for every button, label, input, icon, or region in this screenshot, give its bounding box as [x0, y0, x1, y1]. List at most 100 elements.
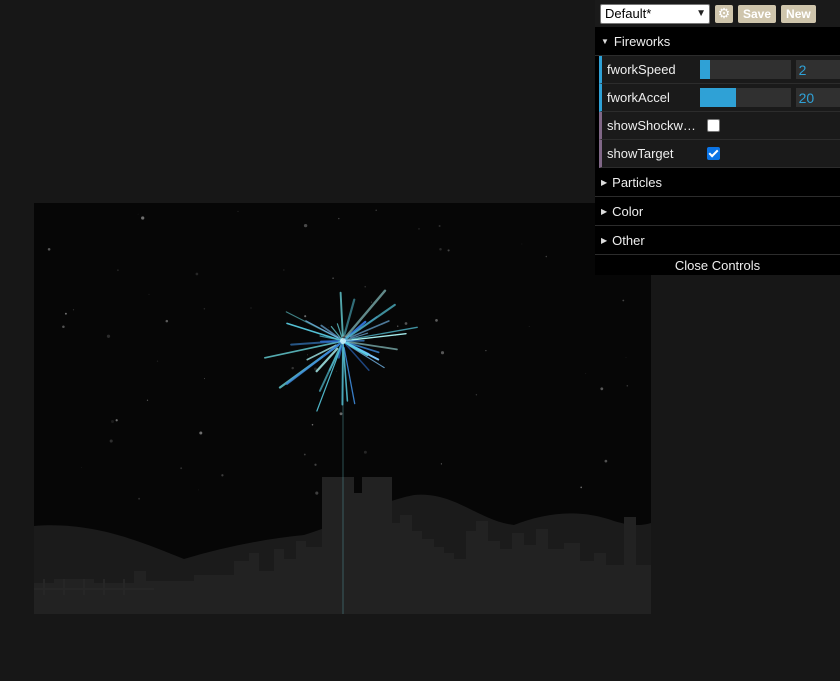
triangle-right-icon: ▶ — [601, 177, 608, 187]
star — [291, 366, 294, 370]
folder-title: Other — [612, 232, 645, 248]
folder-title: Color — [612, 203, 644, 219]
row-showtarget: showTarget — [599, 140, 840, 168]
star — [203, 308, 206, 310]
star — [307, 354, 308, 356]
star — [375, 209, 377, 211]
star — [250, 307, 252, 309]
star — [332, 277, 334, 280]
scene-svg — [34, 209, 651, 614]
star — [304, 315, 307, 318]
star — [303, 223, 308, 228]
star — [111, 420, 114, 423]
burst-core — [340, 338, 346, 344]
star — [418, 228, 420, 230]
star — [604, 459, 608, 463]
star — [138, 497, 141, 500]
folder-color[interactable]: ▶ Color — [595, 197, 840, 226]
star — [237, 210, 239, 212]
star — [440, 351, 445, 355]
spark — [339, 291, 344, 337]
triangle-down-icon: ▼ — [601, 36, 609, 46]
star — [363, 450, 367, 454]
star — [62, 325, 65, 328]
star — [221, 474, 224, 477]
controls-panel: Default* ▼ ⚙ Save New ▼ Fireworks fworkS… — [595, 0, 840, 275]
gear-icon[interactable]: ⚙ — [715, 4, 733, 23]
star — [315, 491, 319, 495]
star — [521, 243, 523, 245]
star — [81, 466, 83, 468]
folder-particles[interactable]: ▶ Particles — [595, 168, 840, 197]
row-fworkspeed: fworkSpeed 2 — [599, 56, 840, 84]
row-showshockwave: showShockwa... — [599, 112, 840, 140]
star — [336, 370, 338, 372]
star — [72, 309, 75, 311]
folder-title: Fireworks — [613, 33, 671, 49]
star — [106, 334, 111, 338]
star — [146, 399, 149, 401]
star — [404, 322, 408, 325]
star — [439, 247, 442, 251]
row-label: showShockwa... — [607, 118, 696, 133]
star — [622, 299, 625, 302]
row-label: fworkAccel — [607, 90, 670, 105]
slider-fill — [699, 60, 710, 79]
spark — [341, 342, 344, 406]
star — [438, 225, 441, 227]
showshockwave-checkbox[interactable] — [707, 119, 720, 132]
star — [545, 255, 548, 258]
star — [485, 349, 487, 352]
firework-burst — [264, 289, 418, 412]
star — [198, 489, 199, 491]
save-button[interactable]: Save — [738, 4, 777, 23]
star — [440, 463, 443, 465]
star — [626, 385, 629, 387]
star — [204, 378, 205, 380]
new-button[interactable]: New — [781, 4, 816, 23]
star — [199, 431, 203, 435]
star — [338, 217, 340, 220]
star — [397, 325, 399, 327]
fireworks-canvas[interactable] — [34, 203, 651, 614]
star — [47, 248, 51, 251]
star — [328, 327, 330, 328]
chevron-down-icon: ▼ — [696, 8, 706, 19]
showtarget-checkbox[interactable] — [707, 147, 720, 160]
star — [314, 463, 317, 466]
star — [195, 272, 199, 276]
triangle-right-icon: ▶ — [601, 235, 608, 245]
row-fworkaccel: fworkAccel 20 — [599, 84, 840, 112]
star — [180, 467, 183, 470]
star — [364, 285, 366, 288]
star — [447, 249, 450, 252]
spark — [345, 289, 387, 338]
fworkspeed-slider[interactable] — [699, 60, 791, 79]
star — [64, 312, 67, 315]
close-controls-button[interactable]: Close Controls — [595, 255, 840, 275]
preset-value: Default* — [605, 6, 652, 21]
star — [370, 301, 373, 303]
folder-title: Particles — [612, 174, 663, 190]
row-label: fworkSpeed — [607, 62, 676, 77]
fworkspeed-input[interactable]: 2 — [795, 60, 840, 79]
star — [475, 394, 478, 396]
preset-select[interactable]: Default* ▼ — [600, 3, 710, 24]
star — [116, 269, 119, 272]
star — [339, 412, 343, 416]
star — [165, 319, 169, 323]
star — [156, 360, 159, 363]
star — [303, 453, 306, 456]
fworkaccel-input[interactable]: 20 — [795, 88, 840, 107]
star — [625, 356, 627, 358]
star — [528, 326, 530, 328]
star — [282, 269, 285, 271]
star — [109, 439, 113, 443]
folder-other[interactable]: ▶ Other — [595, 226, 840, 255]
slider-fill — [699, 88, 737, 107]
star — [137, 213, 139, 215]
fworkaccel-slider[interactable] — [699, 88, 791, 107]
triangle-right-icon: ▶ — [601, 206, 608, 216]
folder-fireworks[interactable]: ▼ Fireworks — [595, 27, 840, 56]
star — [580, 486, 583, 489]
